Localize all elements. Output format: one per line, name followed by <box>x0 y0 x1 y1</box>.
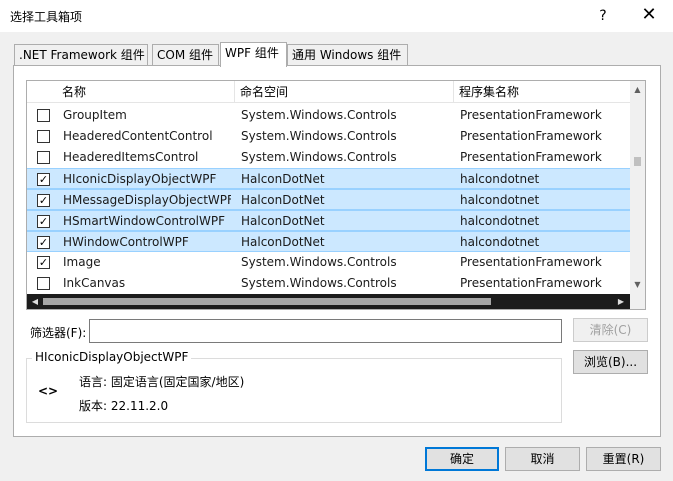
checkbox-unchecked[interactable] <box>37 130 50 143</box>
checkbox-checked[interactable]: ✓ <box>37 194 50 207</box>
filter-label: 筛选器(F): <box>30 326 87 340</box>
table-row[interactable]: GroupItem System.Windows.Controls Presenta… <box>27 105 630 126</box>
row-assembly: halcondotnet <box>460 235 540 249</box>
close-button[interactable]: ✕ <box>636 4 662 28</box>
tab-wpf[interactable]: WPF 组件 <box>220 42 287 67</box>
checkbox-checked[interactable]: ✓ <box>37 236 50 249</box>
row-namespace: HalconDotNet <box>241 214 325 228</box>
horizontal-scrollbar[interactable]: ◀ ▶ <box>27 294 630 309</box>
component-list[interactable]: 名称 命名空间 程序集名称 GroupItem System.Windows.Co… <box>26 80 646 310</box>
row-assembly: halcondotnet <box>460 214 540 228</box>
column-header-namespace[interactable]: 命名空间 <box>235 81 454 103</box>
scroll-up-icon[interactable]: ▲ <box>630 83 645 97</box>
window-title: 选择工具箱项 <box>10 10 83 24</box>
tab-universal-windows[interactable]: 通用 Windows 组件 <box>287 44 408 66</box>
vertical-scrollbar[interactable]: ▲ ▼ <box>630 81 645 294</box>
row-assembly: halcondotnet <box>460 172 540 186</box>
row-name: HMessageDisplayObjectWPF <box>63 193 231 207</box>
row-assembly: PresentationFramework <box>460 150 602 164</box>
column-header-name[interactable]: 名称 <box>57 81 235 103</box>
table-row[interactable]: HeaderedItemsControl System.Windows.Contr… <box>27 147 630 168</box>
row-name: HeaderedContentControl <box>63 129 213 143</box>
table-row[interactable]: ✓ HSmartWindowControlWPF HalconDotNet halco… <box>27 210 630 231</box>
ok-button[interactable]: 确定 <box>425 447 499 471</box>
table-row[interactable]: ✓ HMessageDisplayObjectWPF HalconDotNet hal… <box>27 189 630 210</box>
row-namespace: System.Windows.Controls <box>241 129 397 143</box>
help-button[interactable]: ? <box>590 4 616 28</box>
scroll-left-icon[interactable]: ◀ <box>29 294 41 309</box>
reset-button[interactable]: 重置(R) <box>586 447 661 471</box>
tab-com[interactable]: COM 组件 <box>152 44 219 66</box>
checkbox-checked[interactable]: ✓ <box>37 173 50 186</box>
row-namespace: System.Windows.Controls <box>241 276 397 290</box>
row-assembly: PresentationFramework <box>460 129 602 143</box>
checkbox-unchecked[interactable] <box>37 277 50 290</box>
browse-button[interactable]: 浏览(B)... <box>573 350 648 374</box>
horizontal-scroll-thumb[interactable] <box>43 298 491 305</box>
row-assembly: halcondotnet <box>460 193 540 207</box>
vertical-scroll-thumb[interactable] <box>634 157 641 166</box>
code-icon: <> <box>38 384 59 398</box>
row-name: Image <box>63 255 101 269</box>
checkbox-checked[interactable]: ✓ <box>37 215 50 228</box>
scroll-down-icon[interactable]: ▼ <box>630 278 645 292</box>
language-info: 语言: 固定语言(固定国家/地区) <box>79 375 245 389</box>
row-namespace: HalconDotNet <box>241 193 325 207</box>
column-header-assembly[interactable]: 程序集名称 <box>454 81 630 103</box>
row-namespace: HalconDotNet <box>241 172 325 186</box>
filter-input[interactable] <box>89 319 562 343</box>
table-row[interactable]: ✓ Image System.Windows.Controls Presentatio… <box>27 252 630 273</box>
scroll-right-icon[interactable]: ▶ <box>615 294 627 309</box>
grid-header: 名称 命名空间 程序集名称 <box>27 81 630 103</box>
row-assembly: PresentationFramework <box>460 108 602 122</box>
row-name: HWindowControlWPF <box>63 235 189 249</box>
row-name: HSmartWindowControlWPF <box>63 214 226 228</box>
row-assembly: PresentationFramework <box>460 255 602 269</box>
row-name: HeaderedItemsControl <box>63 150 199 164</box>
table-row[interactable]: InkCanvas System.Windows.Controls Presenta… <box>27 273 630 294</box>
table-row[interactable]: HeaderedContentControl System.Windows.Con… <box>27 126 630 147</box>
table-row[interactable]: ✓ HWindowControlWPF HalconDotNet halcondotn… <box>27 231 630 252</box>
row-name: InkCanvas <box>63 276 126 290</box>
row-name: GroupItem <box>63 108 127 122</box>
row-name: HIconicDisplayObjectWPF <box>63 172 217 186</box>
row-namespace: System.Windows.Controls <box>241 255 397 269</box>
row-namespace: System.Windows.Controls <box>241 108 397 122</box>
clear-button[interactable]: 清除(C) <box>573 318 648 342</box>
checkbox-unchecked[interactable] <box>37 151 50 164</box>
row-namespace: HalconDotNet <box>241 235 325 249</box>
table-row[interactable]: ✓ HIconicDisplayObjectWPF HalconDotNet halc… <box>27 168 630 189</box>
scrollbar-corner <box>630 294 645 309</box>
checkbox-unchecked[interactable] <box>37 109 50 122</box>
version-info: 版本: 22.11.2.0 <box>79 399 169 413</box>
details-title: HIconicDisplayObjectWPF <box>32 350 192 364</box>
tab-net-framework[interactable]: .NET Framework 组件 <box>14 44 148 66</box>
checkbox-checked[interactable]: ✓ <box>37 256 50 269</box>
cancel-button[interactable]: 取消 <box>505 447 580 471</box>
row-assembly: PresentationFramework <box>460 276 602 290</box>
row-namespace: System.Windows.Controls <box>241 150 397 164</box>
title-bar: 选择工具箱项 ? ✕ <box>0 0 673 32</box>
